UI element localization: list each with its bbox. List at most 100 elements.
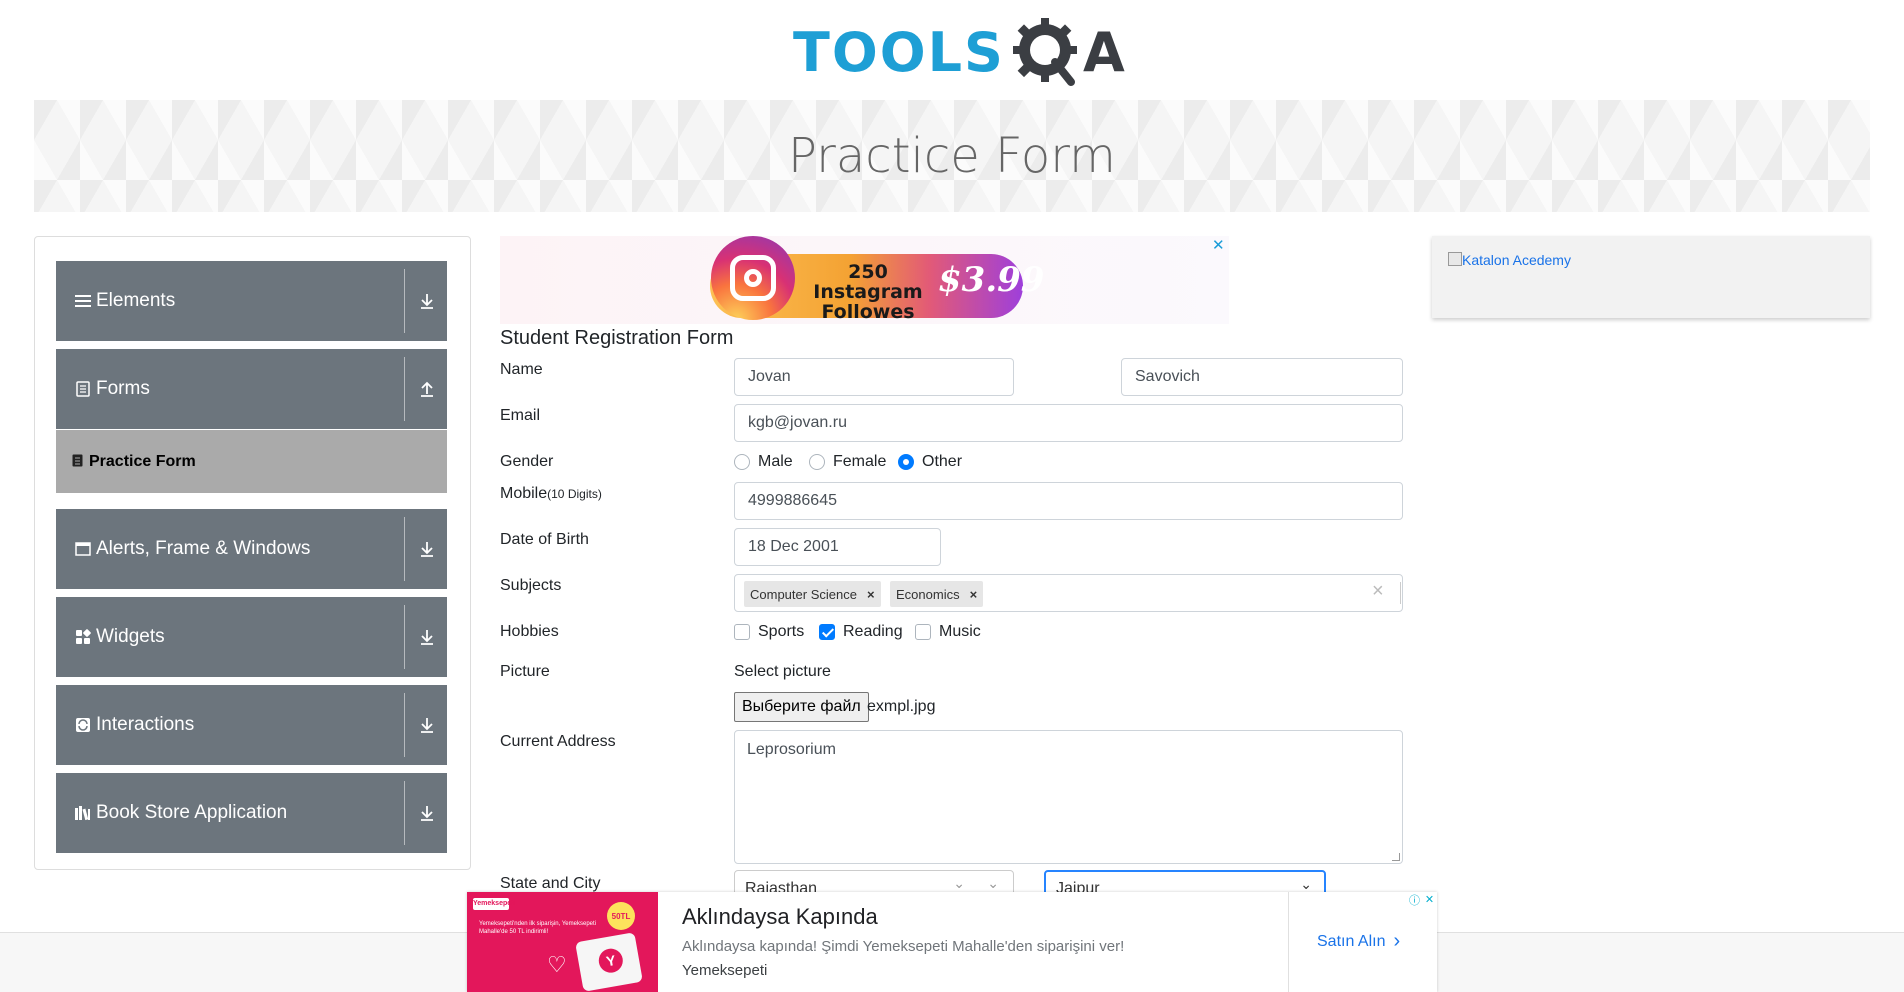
hobby-checkbox-sports[interactable]: Sports bbox=[734, 623, 804, 641]
chevron-down-icon[interactable]: ⌄ bbox=[953, 875, 965, 892]
email-input[interactable]: kgb@jovan.ru bbox=[734, 404, 1403, 442]
divider bbox=[404, 605, 405, 669]
ad-title[interactable]: Aklındaysa Kapında bbox=[682, 904, 878, 930]
form-icon bbox=[74, 381, 92, 397]
ad-image[interactable]: Yemeksepeti 50TL Yemeksepeti'nden ilk si… bbox=[467, 892, 658, 992]
radio-button[interactable] bbox=[809, 454, 825, 470]
subject-chip: Computer Science × bbox=[744, 581, 881, 607]
interactions-icon bbox=[74, 717, 92, 733]
chevron-right-icon: › bbox=[1393, 930, 1401, 952]
last-name-input[interactable]: Savovich bbox=[1121, 358, 1403, 396]
mobile-label: Mobile(10 Digits) bbox=[500, 485, 602, 503]
state-city-label: State and City bbox=[500, 875, 601, 892]
radio-label: Female bbox=[833, 453, 887, 470]
instagram-icon bbox=[711, 236, 795, 320]
sidebar-group-alerts[interactable]: Alerts, Frame & Windows bbox=[56, 509, 447, 589]
checkbox-label: Music bbox=[939, 623, 981, 640]
ad-image-text: Yemeksepeti'nden ilk siparişin, Yemeksep… bbox=[479, 921, 596, 935]
resize-handle-icon[interactable] bbox=[1392, 853, 1400, 861]
clear-subjects-icon[interactable]: × bbox=[1372, 580, 1384, 603]
download-arrow-icon[interactable] bbox=[417, 539, 437, 559]
chevron-down-icon[interactable]: ⌄ bbox=[1300, 876, 1312, 893]
sidebar: Elements Forms Practice Form Alerts, Fra… bbox=[34, 236, 471, 870]
chevron-down-icon[interactable]: ⌄ bbox=[987, 875, 999, 892]
subject-chip-label: Computer Science bbox=[750, 586, 857, 602]
subject-chip-label: Economics bbox=[896, 586, 960, 602]
sidebar-item-practice-form[interactable]: Practice Form bbox=[56, 430, 447, 493]
ad-close-icon[interactable]: ✕ bbox=[1422, 892, 1437, 907]
ad-close-icon[interactable]: ✕ bbox=[1212, 236, 1225, 254]
radio-label: Other bbox=[922, 453, 963, 470]
menu-icon bbox=[74, 294, 92, 308]
form-title: Student Registration Form bbox=[500, 327, 734, 349]
ad-brand: Yemeksepeti bbox=[682, 962, 768, 979]
subjects-label: Subjects bbox=[500, 577, 562, 594]
date-of-birth-input[interactable]: 18 Dec 2001 bbox=[734, 528, 941, 566]
current-address-value: Leprosorium bbox=[747, 741, 836, 758]
ad-price: $3.99 bbox=[938, 260, 1045, 300]
divider bbox=[404, 781, 405, 845]
ad-image-badge: 50TL bbox=[607, 902, 635, 930]
address-label: Current Address bbox=[500, 733, 616, 750]
choose-file-button[interactable]: Выберите файл bbox=[734, 692, 869, 722]
checkbox-checked[interactable] bbox=[819, 624, 835, 640]
sidebar-group-label: Forms bbox=[96, 378, 150, 399]
checkbox[interactable] bbox=[734, 624, 750, 640]
gender-label: Gender bbox=[500, 453, 554, 470]
ad-cta-button[interactable]: Satın Alın › bbox=[1317, 930, 1400, 953]
radio-button[interactable] bbox=[734, 454, 750, 470]
ad-info-icon[interactable]: ⓘ bbox=[1407, 892, 1422, 907]
gear-magnifier-icon bbox=[1007, 16, 1087, 90]
ad-headline: 250 Instagram Followes bbox=[803, 262, 933, 322]
checkbox[interactable] bbox=[915, 624, 931, 640]
sidebar-item-label: Practice Form bbox=[89, 452, 196, 470]
download-arrow-icon[interactable] bbox=[417, 291, 437, 311]
remove-chip-icon[interactable]: × bbox=[867, 587, 875, 602]
ad-line1: 250 Instagram bbox=[813, 261, 923, 303]
gender-radio-other[interactable]: Other bbox=[898, 453, 962, 471]
hobby-checkbox-music[interactable]: Music bbox=[915, 623, 981, 641]
ad-image-logo: Yemeksepeti bbox=[473, 898, 515, 910]
gender-radio-female[interactable]: Female bbox=[809, 453, 886, 471]
broken-image[interactable]: Katalon Acedemy bbox=[1448, 252, 1571, 268]
toolsqa-logo[interactable]: TOOLS A bbox=[793, 16, 1125, 90]
sidebar-group-book-store[interactable]: Book Store Application bbox=[56, 773, 447, 853]
divider bbox=[1400, 582, 1401, 604]
sidebar-group-forms[interactable]: Forms bbox=[56, 349, 447, 429]
remove-chip-icon[interactable]: × bbox=[970, 587, 978, 602]
divider bbox=[404, 269, 405, 333]
current-address-textarea[interactable]: Leprosorium bbox=[734, 730, 1403, 864]
ad-banner-bottom[interactable]: Yemeksepeti 50TL Yemeksepeti'nden ilk si… bbox=[467, 892, 1437, 992]
sidebar-group-label: Interactions bbox=[96, 714, 195, 735]
sidebar-group-widgets[interactable]: Widgets bbox=[56, 597, 447, 677]
ad-banner-top[interactable]: 250 Instagram Followes $3.99 bbox=[500, 236, 1229, 324]
radio-button-selected[interactable] bbox=[898, 454, 914, 470]
ad-cta-label: Satın Alın bbox=[1317, 932, 1386, 950]
hobby-checkbox-reading[interactable]: Reading bbox=[819, 623, 903, 641]
form-icon bbox=[72, 454, 83, 470]
divider bbox=[404, 517, 405, 581]
download-arrow-icon[interactable] bbox=[417, 715, 437, 735]
broken-image-icon bbox=[1448, 252, 1462, 266]
hobbies-label: Hobbies bbox=[500, 623, 559, 640]
window-icon bbox=[74, 542, 92, 556]
logo-tools-text: TOOLS bbox=[793, 21, 1005, 84]
select-picture-label: Select picture bbox=[734, 663, 831, 680]
picture-label: Picture bbox=[500, 663, 550, 680]
page-title: Practice Form bbox=[788, 128, 1116, 184]
first-name-input[interactable]: Jovan bbox=[734, 358, 1014, 396]
sidebar-group-elements[interactable]: Elements bbox=[56, 261, 447, 341]
subject-chip: Economics × bbox=[890, 581, 984, 607]
widgets-icon bbox=[74, 629, 92, 645]
upload-arrow-icon[interactable] bbox=[417, 379, 437, 399]
ad-banner-right[interactable]: Katalon Acedemy bbox=[1432, 236, 1870, 318]
email-label: Email bbox=[500, 407, 541, 424]
books-icon bbox=[74, 805, 92, 821]
sidebar-group-interactions[interactable]: Interactions bbox=[56, 685, 447, 765]
download-arrow-icon[interactable] bbox=[417, 803, 437, 823]
download-arrow-icon[interactable] bbox=[417, 627, 437, 647]
gender-radio-male[interactable]: Male bbox=[734, 453, 793, 471]
ad-choices[interactable]: ⓘ ✕ bbox=[1407, 892, 1437, 907]
mobile-input[interactable]: 4999886645 bbox=[734, 482, 1403, 520]
sidebar-group-label: Elements bbox=[96, 290, 176, 311]
